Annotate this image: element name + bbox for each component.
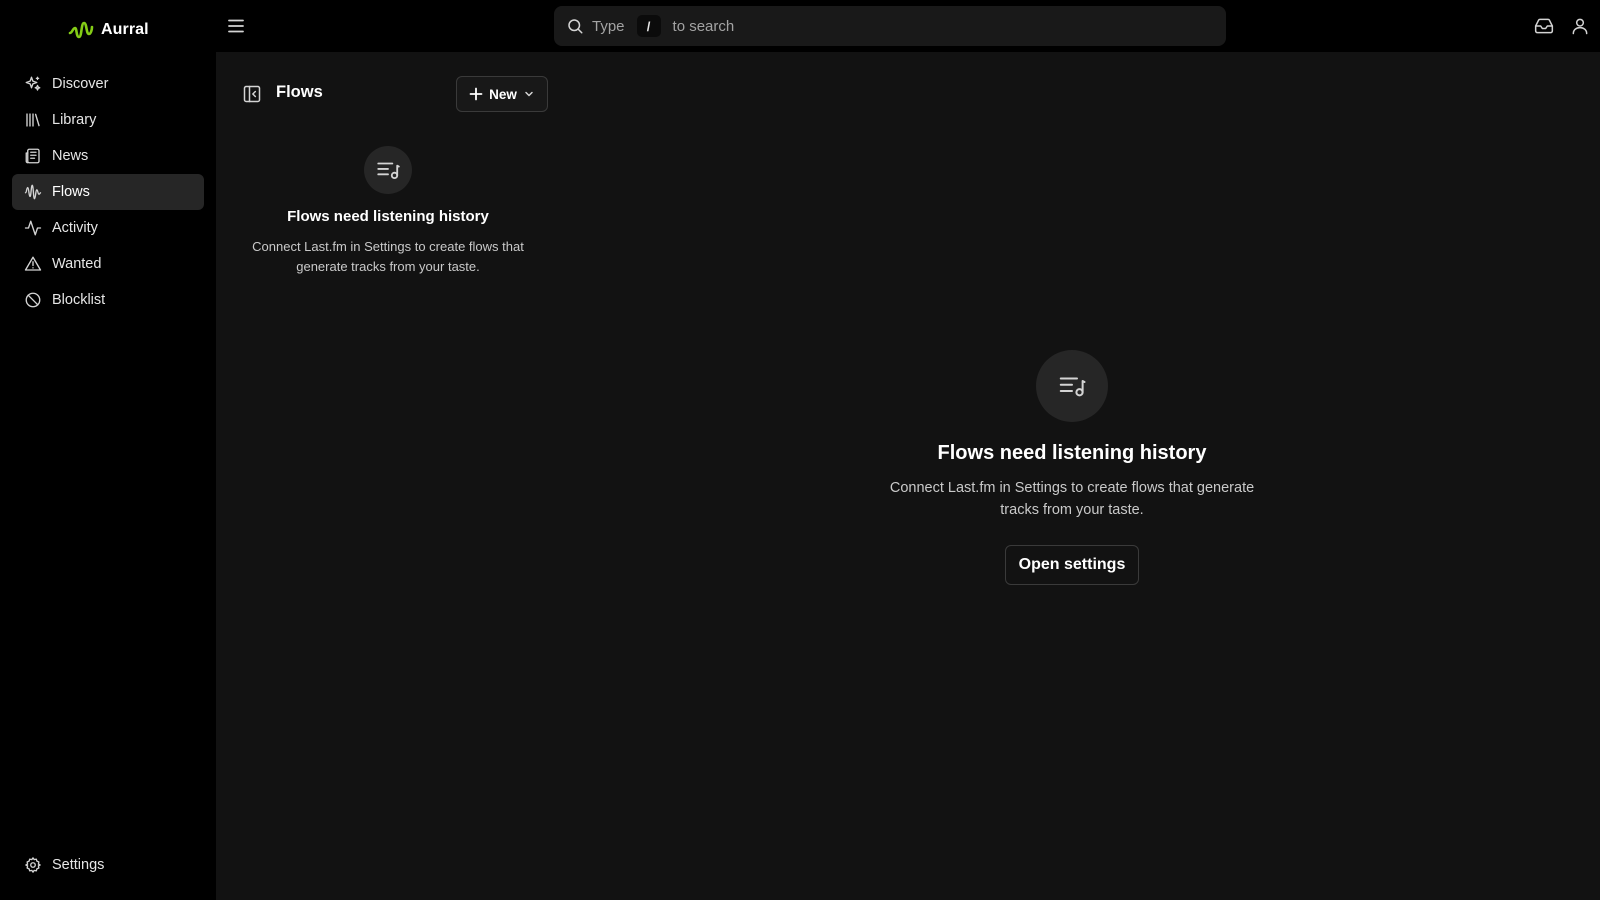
search-prefix: Type [592,17,625,35]
brand[interactable]: Aurral [68,18,149,42]
sidebar-item-label: Library [52,112,97,128]
list-music-icon [1057,371,1087,401]
sidebar-item-label: Activity [52,220,98,236]
sidebar-item-library[interactable]: Library [12,102,204,138]
sidebar-item-label: Flows [52,184,90,200]
list-music-icon [375,157,401,183]
open-settings-button[interactable]: Open settings [1005,545,1139,585]
inbox-icon[interactable] [1534,16,1554,36]
main-empty-title: Flows need listening history [937,442,1207,464]
activity-icon [24,219,42,237]
panel-empty-title: Flows need listening history [287,208,489,225]
main-content: Flows New Flows need listening history C… [216,52,1600,900]
new-flow-button[interactable]: New [456,76,548,112]
menu-toggle-button[interactable] [226,16,246,36]
panel-empty-state: Flows need listening history Connect Las… [238,146,538,277]
library-icon [24,111,42,129]
hamburger-icon [226,16,246,36]
panel-toggle-button[interactable] [242,84,262,104]
user-icon[interactable] [1570,16,1590,36]
search-bar[interactable]: Type / to search [554,6,1226,46]
sidebar: Aurral Discover Library News Flows Activ… [0,0,216,900]
empty-state-badge [1036,350,1108,422]
newspaper-icon [24,147,42,165]
sidebar-nav: Discover Library News Flows Activity Wan… [12,66,204,318]
alert-triangle-icon [24,255,42,273]
search-shortcut-key: / [636,15,661,37]
ban-icon [24,291,42,309]
sidebar-item-news[interactable]: News [12,138,204,174]
sidebar-item-activity[interactable]: Activity [12,210,204,246]
sidebar-settings: Settings [12,847,204,883]
aurral-logo-icon [68,19,94,41]
main-empty-state: Flows need listening history Connect Las… [870,350,1274,585]
sidebar-item-label: Discover [52,76,109,92]
plus-icon [469,87,483,101]
sidebar-item-discover[interactable]: Discover [12,66,204,102]
search-icon [566,17,584,35]
sidebar-item-flows[interactable]: Flows [12,174,204,210]
sparkles-icon [24,75,42,93]
sidebar-item-wanted[interactable]: Wanted [12,246,204,282]
app-name: Aurral [101,21,149,38]
search-suffix: to search [672,17,735,35]
sidebar-item-label: Settings [52,857,105,873]
chevron-down-icon [523,88,535,100]
topbar-actions [1534,16,1590,36]
new-button-label: New [489,86,517,102]
sidebar-item-label: Wanted [52,256,102,272]
gear-icon [24,856,42,874]
panel-empty-description: Connect Last.fm in Settings to create fl… [252,239,524,274]
empty-state-badge [364,146,412,194]
main-empty-description: Connect Last.fm in Settings to create fl… [889,480,1255,518]
sidebar-item-blocklist[interactable]: Blocklist [12,282,204,318]
panel-left-icon [242,84,262,104]
audio-waveform-icon [24,183,42,201]
sidebar-item-label: News [52,148,89,164]
sidebar-item-label: Blocklist [52,292,106,308]
sidebar-item-settings[interactable]: Settings [12,847,204,883]
panel-title: Flows [276,83,323,101]
